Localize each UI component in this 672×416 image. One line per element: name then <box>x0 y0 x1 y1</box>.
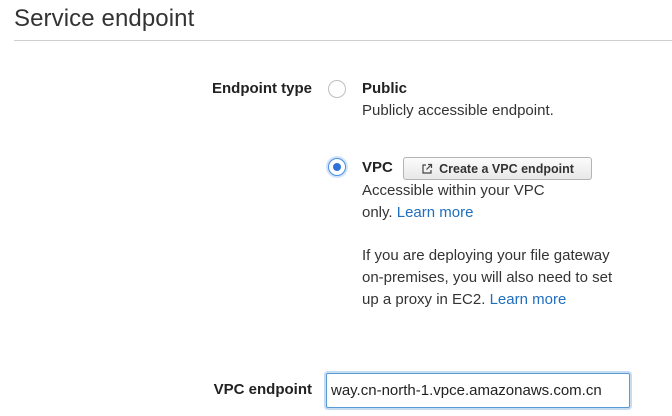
radio-public[interactable] <box>328 80 346 98</box>
section-title: Service endpoint <box>14 5 195 32</box>
option-public-description: Publicly accessible endpoint. <box>362 102 554 119</box>
vpc-endpoint-label: VPC endpoint <box>213 381 312 398</box>
option-vpc-description-text: only. <box>362 204 393 221</box>
vpc-endpoint-input[interactable] <box>327 374 629 407</box>
external-link-icon <box>421 163 433 175</box>
radio-selected-dot <box>333 163 341 171</box>
option-public-title: Public <box>362 80 408 97</box>
vpc-note-line3-text: up a proxy in EC2. <box>362 291 486 308</box>
option-vpc-description-line1: Accessible within your VPC <box>362 182 545 199</box>
create-vpc-endpoint-button-label: Create a VPC endpoint <box>439 161 574 176</box>
endpoint-type-label: Endpoint type <box>212 80 312 97</box>
vpc-note-line2: on-premises, you will also need to set <box>362 269 613 286</box>
learn-more-link-proxy[interactable]: Learn more <box>490 291 567 308</box>
option-vpc-description-line2: only. Learn more <box>362 202 473 223</box>
radio-vpc[interactable] <box>328 158 346 176</box>
vpc-note-line3: up a proxy in EC2. Learn more <box>362 289 566 310</box>
vpc-note-line1: If you are deploying your file gateway <box>362 247 610 264</box>
service-endpoint-panel: Service endpoint Endpoint type Public Pu… <box>0 0 672 416</box>
option-vpc-title: VPC <box>362 159 393 176</box>
learn-more-link-vpc[interactable]: Learn more <box>397 204 474 221</box>
vpc-endpoint-input-container <box>326 373 630 408</box>
create-vpc-endpoint-button[interactable]: Create a VPC endpoint <box>403 157 592 180</box>
section-divider <box>14 40 672 41</box>
